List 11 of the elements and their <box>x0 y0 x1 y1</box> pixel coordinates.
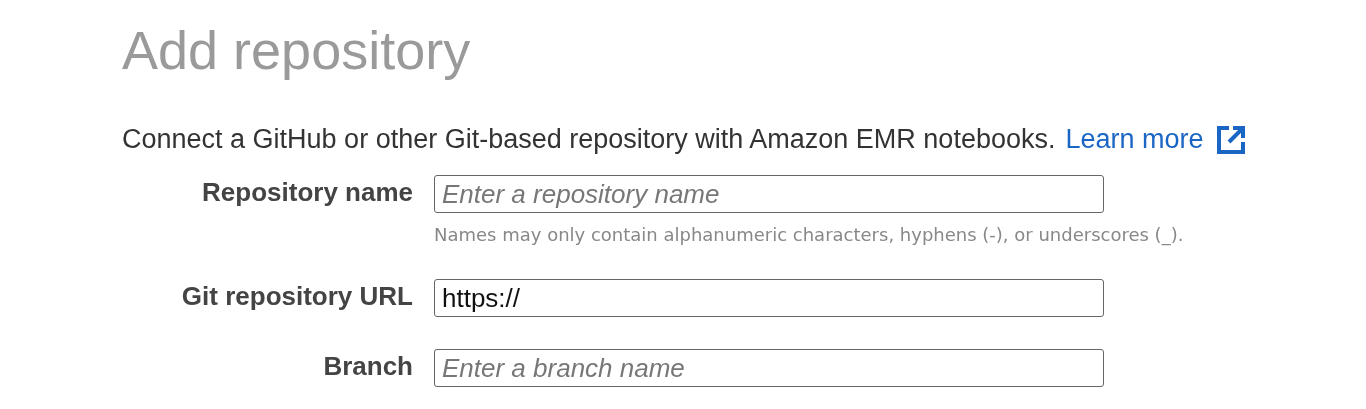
page-title: Add repository <box>122 19 472 82</box>
field-label: Git repository URL <box>180 280 413 312</box>
description-text: Connect a GitHub or other Git-based repository with Amazon EMR notebooks. <box>122 124 1056 155</box>
input-field[interactable]: https:// <box>434 279 1104 317</box>
hint-text: Names may only contain alphanumeric characters, hyphens (-), or underscores (_). <box>434 223 1184 247</box>
learn-more-link[interactable]: Learn more <box>1065 124 1204 155</box>
input-field[interactable]: Enter a branch name <box>434 349 1104 387</box>
external-link-icon <box>1215 124 1246 155</box>
field-label: Repository name <box>201 176 413 208</box>
input-field[interactable]: Enter a repository name <box>434 175 1104 213</box>
field-label: Branch <box>322 350 413 382</box>
